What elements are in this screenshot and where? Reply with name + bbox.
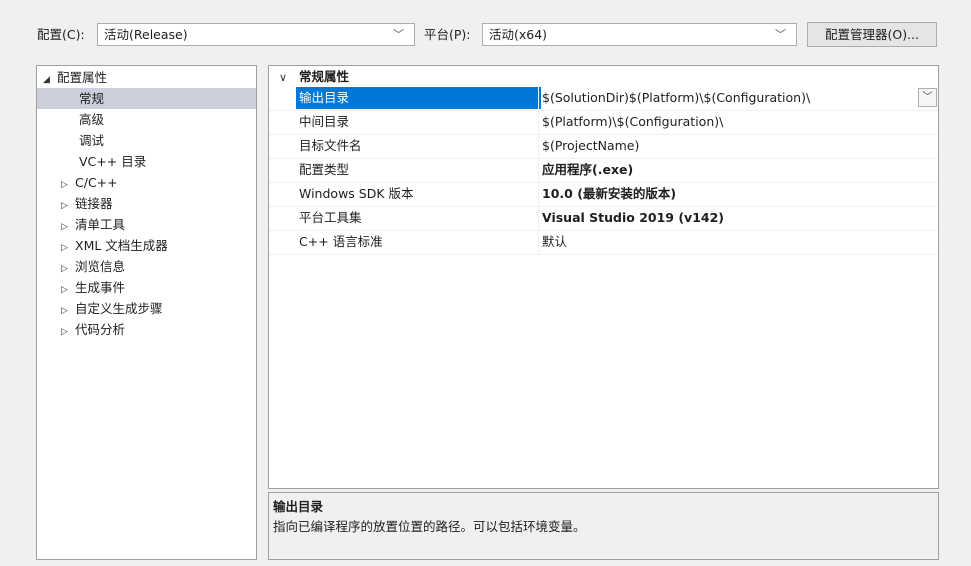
property-name: C++ 语言标准 xyxy=(299,234,383,249)
tree-item-label: VC++ 目录 xyxy=(79,154,147,169)
property-value-text: $(SolutionDir)$(Platform)\$(Configuratio… xyxy=(542,90,811,105)
tree-root-config-properties[interactable]: ◢ 配置属性 xyxy=(37,67,256,88)
property-value[interactable]: 应用程序(.exe) xyxy=(538,159,938,181)
property-description-pane: 输出目录 指向已编译程序的放置位置的路径。可以包括环境变量。 xyxy=(268,492,939,560)
property-value[interactable]: $(Platform)\$(Configuration)\ xyxy=(538,111,938,133)
description-text: 指向已编译程序的放置位置的路径。可以包括环境变量。 xyxy=(273,519,586,534)
chevron-down-icon: ∨ xyxy=(279,71,288,84)
property-row-cpp-language-standard[interactable]: C++ 语言标准 默认 xyxy=(269,231,938,255)
property-row-platform-toolset[interactable]: 平台工具集 Visual Studio 2019 (v142) xyxy=(269,207,938,231)
property-row-intermediate-directory[interactable]: 中间目录 $(Platform)\$(Configuration)\ xyxy=(269,111,938,135)
platform-dropdown[interactable]: 活动(x64) ﹀ xyxy=(482,23,797,46)
tree-item-label: XML 文档生成器 xyxy=(75,238,168,253)
tree-item-label: 调试 xyxy=(79,133,105,148)
property-name: 输出目录 xyxy=(296,87,541,109)
grid-category-header[interactable]: ∨ 常规属性 xyxy=(269,66,938,87)
dropdown-button[interactable]: ﹀ xyxy=(918,88,937,107)
property-value[interactable]: $(ProjectName) xyxy=(538,135,938,157)
property-row-target-name[interactable]: 目标文件名 $(ProjectName) xyxy=(269,135,938,159)
property-value[interactable]: 默认 xyxy=(538,231,938,253)
property-name: 平台工具集 xyxy=(299,210,362,225)
property-name: 目标文件名 xyxy=(299,138,362,153)
tree-item-label: 清单工具 xyxy=(75,217,126,232)
property-value[interactable]: 10.0 (最新安装的版本) xyxy=(538,183,938,205)
tree-item-label: 浏览信息 xyxy=(75,259,126,274)
chevron-down-icon: ﹀ xyxy=(393,28,404,41)
config-dropdown[interactable]: 活动(Release) ﹀ xyxy=(97,23,415,46)
tree-item-vc-directories[interactable]: VC++ 目录 xyxy=(37,151,256,172)
property-name: 中间目录 xyxy=(299,114,350,129)
property-tree: ◢ 配置属性 常规 高级 调试 VC++ 目录 ▷ C/C++ ▷ 链接器 ▷ 清单工具… xyxy=(36,65,257,560)
tree-item-custom-build-step[interactable]: ▷ 自定义生成步骤 xyxy=(37,298,256,319)
platform-value: 活动(x64) xyxy=(489,27,548,42)
tree-item-label: 生成事件 xyxy=(75,280,126,295)
config-value: 活动(Release) xyxy=(104,27,188,42)
property-value[interactable]: Visual Studio 2019 (v142) xyxy=(538,207,938,229)
platform-label: 平台(P): xyxy=(424,27,471,42)
tree-item-label: 高级 xyxy=(79,112,105,127)
tree-item-c-cpp[interactable]: ▷ C/C++ xyxy=(37,172,256,193)
config-manager-button[interactable]: 配置管理器(O)... xyxy=(807,22,937,47)
config-label: 配置(C): xyxy=(37,27,85,42)
tree-item-debugging[interactable]: 调试 xyxy=(37,130,256,151)
config-toolbar: 配置(C): 活动(Release) ﹀ 平台(P): 活动(x64) ﹀ 配置… xyxy=(0,0,971,50)
property-row-output-directory[interactable]: 输出目录 $(SolutionDir)$(Platform)\$(Configu… xyxy=(269,87,938,111)
tree-item-advanced[interactable]: 高级 xyxy=(37,109,256,130)
collapsed-triangle-icon: ▷ xyxy=(61,327,68,337)
tree-item-label: 自定义生成步骤 xyxy=(75,301,163,316)
tree-item-browse-information[interactable]: ▷ 浏览信息 xyxy=(37,256,256,277)
tree-item-label: 常规 xyxy=(79,91,105,106)
property-name: Windows SDK 版本 xyxy=(299,186,414,201)
tree-item-code-analysis[interactable]: ▷ 代码分析 xyxy=(37,319,256,340)
tree-item-label: 代码分析 xyxy=(75,322,126,337)
tree-item-linker[interactable]: ▷ 链接器 xyxy=(37,193,256,214)
grid-category-label: 常规属性 xyxy=(299,69,350,84)
chevron-down-icon: ﹀ xyxy=(775,28,786,41)
property-row-configuration-type[interactable]: 配置类型 应用程序(.exe) xyxy=(269,159,938,183)
property-name: 配置类型 xyxy=(299,162,350,177)
tree-item-label: 配置属性 xyxy=(57,70,108,85)
tree-item-general[interactable]: 常规 xyxy=(37,88,256,109)
property-grid: ∨ 常规属性 输出目录 $(SolutionDir)$(Platform)\$(C… xyxy=(268,65,939,489)
tree-item-label: C/C++ xyxy=(75,175,118,190)
tree-item-manifest-tool[interactable]: ▷ 清单工具 xyxy=(37,214,256,235)
tree-item-build-events[interactable]: ▷ 生成事件 xyxy=(37,277,256,298)
property-row-windows-sdk-version[interactable]: Windows SDK 版本 10.0 (最新安装的版本) xyxy=(269,183,938,207)
property-value[interactable]: $(SolutionDir)$(Platform)\$(Configuratio… xyxy=(538,87,938,109)
tree-item-label: 链接器 xyxy=(75,196,113,211)
tree-item-xml-doc-generator[interactable]: ▷ XML 文档生成器 xyxy=(37,235,256,256)
description-title: 输出目录 xyxy=(273,499,324,514)
